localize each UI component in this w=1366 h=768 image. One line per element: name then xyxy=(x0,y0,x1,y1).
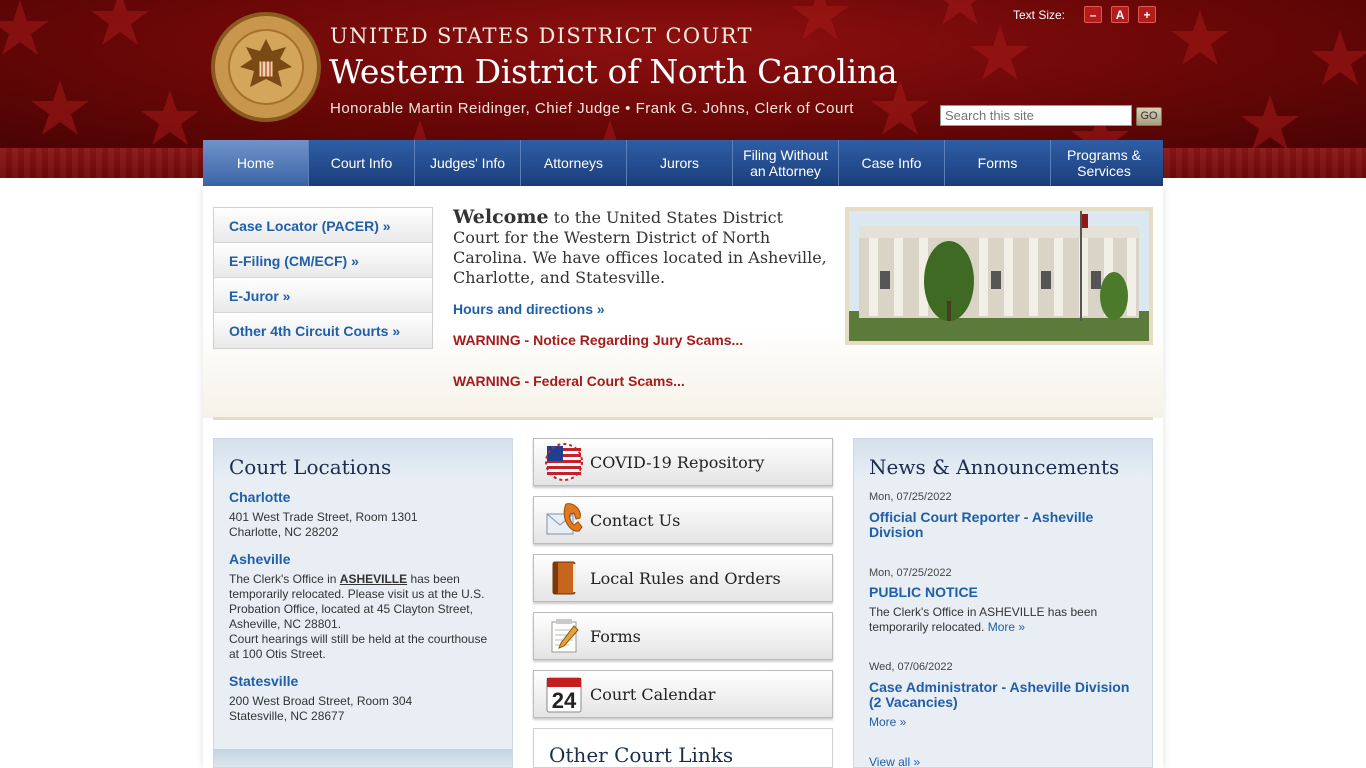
news-item-title-link[interactable]: Case Administrator - Asheville Division … xyxy=(869,680,1144,710)
phone-envelope-icon xyxy=(542,498,586,542)
nav-attorneys[interactable]: Attorneys xyxy=(521,140,627,186)
us-flag-icon xyxy=(542,440,586,484)
judges-clerk-line: Honorable Martin Reidinger, Chief Judge … xyxy=(330,100,854,117)
quick-link-ecf[interactable]: E-Filing (CM/ECF) » xyxy=(214,243,432,278)
nav-judges-info[interactable]: Judges' Info xyxy=(415,140,521,186)
asheville-city-link[interactable]: ASHEVILLE xyxy=(340,572,407,586)
hours-directions-link[interactable]: Hours and directions » xyxy=(453,301,605,317)
courthouse-photo xyxy=(845,207,1153,345)
nav-filing-line1: Filing Without xyxy=(743,147,828,163)
text-size-reset-button[interactable]: A xyxy=(1111,6,1130,23)
news-more-link[interactable]: More » xyxy=(988,620,1025,634)
nav-judges-info-label: Judges' Info xyxy=(429,155,506,171)
search-input[interactable] xyxy=(940,105,1132,126)
section-divider xyxy=(213,417,1153,420)
court-scam-warning-link[interactable]: WARNING - Federal Court Scams... xyxy=(453,373,685,389)
asheville-address: Asheville, NC 28801. xyxy=(229,617,342,631)
calendar-day-number: 24 xyxy=(552,688,577,713)
book-icon xyxy=(542,556,586,600)
locations-footer xyxy=(214,749,512,767)
court-locations-panel: Court Locations Charlotte 401 West Trade… xyxy=(213,438,513,768)
nav-filing-label: Filing Without an Attorney xyxy=(743,147,828,179)
nav-court-info[interactable]: Court Info xyxy=(309,140,415,186)
other-court-links-panel: Other Court Links xyxy=(533,728,833,768)
news-date: Wed, 07/06/2022 xyxy=(869,661,953,673)
notepad-pencil-icon xyxy=(542,614,586,658)
statesville-address: 200 West Broad Street, Room 304 Statesvi… xyxy=(229,694,499,724)
nav-case-info[interactable]: Case Info xyxy=(839,140,945,186)
court-calendar-label: Court Calendar xyxy=(590,684,716,704)
court-locations-title: Court Locations xyxy=(229,455,392,479)
news-view-all-link[interactable]: View all » xyxy=(869,755,1144,768)
news-item-body: The Clerk's Office in ASHEVILLE has been… xyxy=(869,605,1144,635)
news-item-title-link[interactable]: PUBLIC NOTICE xyxy=(869,585,1144,600)
covid-repository-button[interactable]: COVID-19 Repository xyxy=(533,438,833,486)
text-size-increase-button[interactable]: + xyxy=(1138,6,1157,23)
nav-forms-label: Forms xyxy=(977,155,1018,171)
nav-jurors[interactable]: Jurors xyxy=(627,140,733,186)
nav-court-info-label: Court Info xyxy=(330,155,393,171)
charlotte-address-line1: 401 West Trade Street, Room 1301 xyxy=(229,510,418,524)
nav-attorneys-label: Attorneys xyxy=(543,155,604,171)
welcome-text: Welcome to the United States District Co… xyxy=(453,207,833,288)
charlotte-address-line2: Charlotte, NC 28202 xyxy=(229,525,339,539)
contact-us-label: Contact Us xyxy=(590,510,681,530)
text-size-decrease-button[interactable]: – xyxy=(1084,6,1103,23)
charlotte-address: 401 West Trade Street, Room 1301 Charlot… xyxy=(229,510,499,540)
nav-programs-label: Programs & Services xyxy=(1067,147,1141,179)
forms-button[interactable]: Forms xyxy=(533,612,833,660)
quick-link-4th-circuit[interactable]: Other 4th Circuit Courts » xyxy=(214,313,432,348)
news-title: News & Announcements xyxy=(869,455,1120,479)
text-size-label: Text Size: xyxy=(1013,7,1066,22)
nav-filing-line2: an Attorney xyxy=(750,163,821,179)
asheville-notice: The Clerk's Office in ASHEVILLE has been… xyxy=(229,572,499,662)
location-statesville-link[interactable]: Statesville xyxy=(229,673,298,689)
nav-filing-without-attorney[interactable]: Filing Without an Attorney xyxy=(733,140,839,186)
statesville-address-line1: 200 West Broad Street, Room 304 xyxy=(229,694,413,708)
nav-home[interactable]: Home xyxy=(203,140,309,186)
main-content: Case Locator (PACER) » E-Filing (CM/ECF)… xyxy=(203,186,1163,768)
court-calendar-button[interactable]: 24 Court Calendar xyxy=(533,670,833,718)
quick-link-pacer[interactable]: Case Locator (PACER) » xyxy=(214,208,432,243)
nav-jurors-label: Jurors xyxy=(660,155,699,171)
text-size-control: Text Size: – A + xyxy=(1013,6,1157,23)
covid-repository-label: COVID-19 Repository xyxy=(590,452,765,472)
statesville-address-line2: Statesville, NC 28677 xyxy=(229,709,345,723)
search-go-button[interactable]: GO xyxy=(1136,107,1162,126)
asheville-hearing-note: Court hearings will still be held at the… xyxy=(229,632,488,661)
news-date: Mon, 07/25/2022 xyxy=(869,491,952,503)
nav-forms[interactable]: Forms xyxy=(945,140,1051,186)
nav-programs-line2: Services xyxy=(1077,163,1131,179)
local-rules-button[interactable]: Local Rules and Orders xyxy=(533,554,833,602)
news-date: Mon, 07/25/2022 xyxy=(869,567,952,579)
location-asheville-link[interactable]: Asheville xyxy=(229,551,290,567)
location-charlotte-link[interactable]: Charlotte xyxy=(229,489,290,505)
main-nav: Home Court Info Judges' Info Attorneys J… xyxy=(203,140,1163,186)
news-item-body-text: The Clerk's Office in ASHEVILLE has been… xyxy=(869,605,1098,634)
nav-case-info-label: Case Info xyxy=(861,155,922,171)
news-more-link[interactable]: More » xyxy=(869,715,1144,730)
court-seal-logo xyxy=(211,12,321,122)
local-rules-label: Local Rules and Orders xyxy=(590,568,781,588)
news-panel: News & Announcements Mon, 07/25/2022 Off… xyxy=(853,438,1153,768)
calendar-icon: 24 xyxy=(542,672,586,716)
quick-link-ejuror[interactable]: E-Juror » xyxy=(214,278,432,313)
welcome-section: Case Locator (PACER) » E-Filing (CM/ECF)… xyxy=(203,186,1163,418)
nav-programs-services[interactable]: Programs & Services xyxy=(1051,140,1157,186)
other-court-links-title: Other Court Links xyxy=(549,743,734,767)
district-name[interactable]: Western District of North Carolina xyxy=(329,52,898,91)
asheville-notice-pre: The Clerk's Office in xyxy=(229,572,340,586)
site-header: UNITED STATES DISTRICT COURT Western Dis… xyxy=(0,0,1366,148)
welcome-heading: Welcome xyxy=(453,206,549,228)
jury-scam-warning-link[interactable]: WARNING - Notice Regarding Jury Scams... xyxy=(453,332,743,348)
news-item-title-link[interactable]: Official Court Reporter - Asheville Divi… xyxy=(869,510,1144,540)
nav-programs-line1: Programs & xyxy=(1067,147,1141,163)
quick-links: Case Locator (PACER) » E-Filing (CM/ECF)… xyxy=(213,207,433,349)
court-name-line: UNITED STATES DISTRICT COURT xyxy=(330,24,753,48)
contact-us-button[interactable]: Contact Us xyxy=(533,496,833,544)
nav-home-label: Home xyxy=(236,155,275,171)
forms-label: Forms xyxy=(590,626,641,646)
